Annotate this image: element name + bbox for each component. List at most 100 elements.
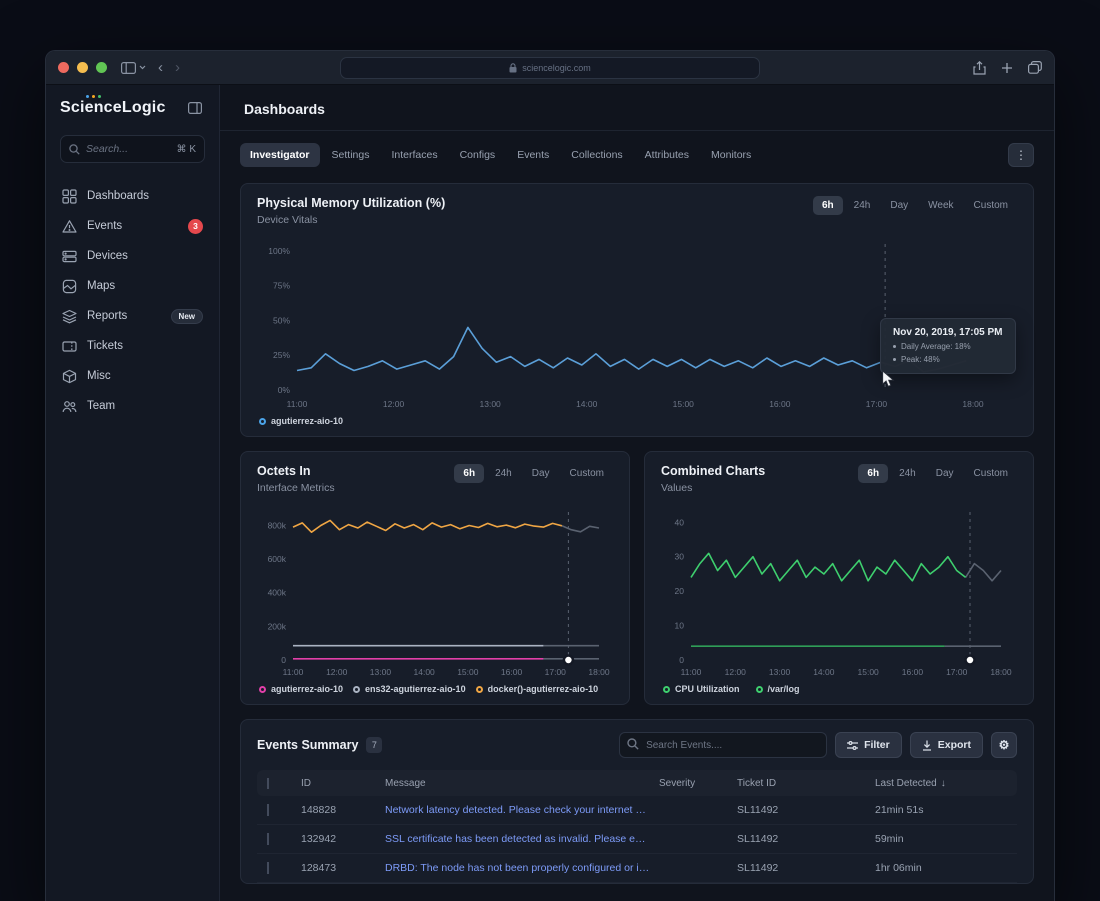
window-controls xyxy=(58,62,107,73)
event-message-link[interactable]: SSL certificate has been detected as inv… xyxy=(377,833,651,845)
events-count-badge: 3 xyxy=(188,219,203,234)
search-icon xyxy=(69,144,80,155)
legend-item[interactable]: docker()-agutierrez-aio-10 xyxy=(476,684,599,694)
new-tab-icon[interactable] xyxy=(1001,62,1013,74)
settings-button[interactable]: ⚙ xyxy=(991,732,1017,758)
svg-text:12:00: 12:00 xyxy=(326,667,348,677)
legend-item[interactable]: CPU Utilization xyxy=(663,684,740,694)
sidebar-item-label: Maps xyxy=(87,280,115,292)
dashboards-icon xyxy=(62,189,77,204)
tickets-icon xyxy=(62,339,77,354)
range-24h[interactable]: 24h xyxy=(486,464,521,483)
memory-line-chart[interactable]: 0%25%50%75%100%11:0012:0013:0014:0015:00… xyxy=(257,234,1017,412)
sidebar-item-label: Tickets xyxy=(87,340,123,352)
sidebar-search[interactable]: ⌘ K xyxy=(60,135,205,163)
legend-item[interactable]: /var/log xyxy=(756,684,800,694)
legend-label: agutierrez-aio-10 xyxy=(271,684,343,694)
combined-line-chart[interactable]: 01020304011:0012:0013:0014:0015:0016:001… xyxy=(661,502,1017,680)
events-count-badge: 7 xyxy=(366,737,382,753)
event-message-link[interactable]: Network latency detected. Please check y… xyxy=(377,804,651,816)
url-text: sciencelogic.com xyxy=(522,63,591,73)
sidebar-item-misc[interactable]: Misc xyxy=(60,361,205,391)
sidebar-item-reports[interactable]: Reports New xyxy=(60,301,205,331)
ticket-id: SL11492 xyxy=(729,862,867,874)
svg-text:800k: 800k xyxy=(268,520,287,530)
share-icon[interactable] xyxy=(973,61,986,75)
chart-title: Physical Memory Utilization (%) xyxy=(257,196,445,210)
chart-legend: agutierrez-aio-10 ens32-agutierrez-aio-1… xyxy=(257,684,613,694)
svg-text:17:00: 17:00 xyxy=(545,667,567,677)
octets-chart-card: Octets In Interface Metrics 6h 24h Day C… xyxy=(240,451,630,705)
tooltip-item: Peak: 48% xyxy=(901,355,940,364)
event-message-link[interactable]: DRBD: The node has not been properly con… xyxy=(377,862,651,874)
tab-monitors[interactable]: Monitors xyxy=(701,143,761,167)
range-day[interactable]: Day xyxy=(523,464,559,483)
address-bar[interactable]: sciencelogic.com xyxy=(340,57,760,79)
sidebar-item-devices[interactable]: Devices xyxy=(60,241,205,271)
search-input[interactable] xyxy=(86,143,171,155)
svg-text:18:00: 18:00 xyxy=(588,667,610,677)
tab-events[interactable]: Events xyxy=(507,143,559,167)
table-row[interactable]: 128473 DRBD: The node has not been prope… xyxy=(257,854,1017,883)
range-6h[interactable]: 6h xyxy=(858,464,888,483)
sidebar-toggle-icon[interactable] xyxy=(121,62,146,74)
range-24h[interactable]: 24h xyxy=(845,196,880,215)
range-custom[interactable]: Custom xyxy=(561,464,613,483)
select-all-checkbox[interactable] xyxy=(267,778,269,789)
table-row[interactable]: 148828 Network latency detected. Please … xyxy=(257,796,1017,825)
tab-configs[interactable]: Configs xyxy=(450,143,506,167)
svg-text:0%: 0% xyxy=(278,385,291,395)
minimize-window-button[interactable] xyxy=(77,62,88,73)
row-checkbox[interactable] xyxy=(267,804,269,816)
close-window-button[interactable] xyxy=(58,62,69,73)
tab-attributes[interactable]: Attributes xyxy=(635,143,699,167)
tab-settings[interactable]: Settings xyxy=(322,143,380,167)
range-day[interactable]: Day xyxy=(881,196,917,215)
tab-interfaces[interactable]: Interfaces xyxy=(381,143,447,167)
tab-overview-icon[interactable] xyxy=(1028,61,1042,74)
maps-icon xyxy=(62,279,77,294)
octets-line-chart[interactable]: 0200k400k600k800k11:0012:0013:0014:0015:… xyxy=(257,502,613,680)
svg-text:17:00: 17:00 xyxy=(866,399,888,409)
chart-title: Combined Charts xyxy=(661,464,765,478)
range-24h[interactable]: 24h xyxy=(890,464,925,483)
svg-text:600k: 600k xyxy=(268,554,287,564)
legend-item[interactable]: ens32-agutierrez-aio-10 xyxy=(353,684,466,694)
range-custom[interactable]: Custom xyxy=(965,464,1017,483)
filter-button[interactable]: Filter xyxy=(835,732,902,758)
sidebar-item-dashboards[interactable]: Dashboards xyxy=(60,181,205,211)
svg-text:400k: 400k xyxy=(268,588,287,598)
range-day[interactable]: Day xyxy=(927,464,963,483)
range-6h[interactable]: 6h xyxy=(813,196,843,215)
sidebar-collapse-button[interactable] xyxy=(185,99,205,117)
zoom-window-button[interactable] xyxy=(96,62,107,73)
export-button[interactable]: Export xyxy=(910,732,983,758)
legend-label: CPU Utilization xyxy=(675,684,740,694)
range-custom[interactable]: Custom xyxy=(965,196,1017,215)
forward-button[interactable]: › xyxy=(175,60,180,75)
sidebar-item-tickets[interactable]: Tickets xyxy=(60,331,205,361)
sidebar-item-team[interactable]: Team xyxy=(60,391,205,421)
tab-collections[interactable]: Collections xyxy=(561,143,632,167)
back-button[interactable]: ‹ xyxy=(158,60,163,75)
tab-investigator[interactable]: Investigator xyxy=(240,143,320,167)
range-week[interactable]: Week xyxy=(919,196,962,215)
reports-icon xyxy=(62,309,77,324)
column-last-detected[interactable]: Last Detected↓ xyxy=(867,778,1017,789)
sidebar-item-label: Devices xyxy=(87,250,128,262)
row-checkbox[interactable] xyxy=(267,862,269,874)
events-search-input[interactable] xyxy=(619,732,827,758)
range-6h[interactable]: 6h xyxy=(454,464,484,483)
table-row[interactable]: 132942 SSL certificate has been detected… xyxy=(257,825,1017,854)
row-checkbox[interactable] xyxy=(267,833,269,845)
legend-item[interactable]: agutierrez-aio-10 xyxy=(259,684,343,694)
table-header: ID Message Severity Ticket ID Last Detec… xyxy=(257,770,1017,796)
legend-item[interactable]: agutierrez-aio-10 xyxy=(259,416,343,426)
bullet-icon xyxy=(893,345,896,348)
bullet-icon xyxy=(893,358,896,361)
more-options-button[interactable]: ⋮ xyxy=(1008,143,1034,167)
sidebar-item-events[interactable]: Events 3 xyxy=(60,211,205,241)
legend-label: ens32-agutierrez-aio-10 xyxy=(365,684,466,694)
devices-icon xyxy=(62,249,77,264)
sidebar-item-maps[interactable]: Maps xyxy=(60,271,205,301)
